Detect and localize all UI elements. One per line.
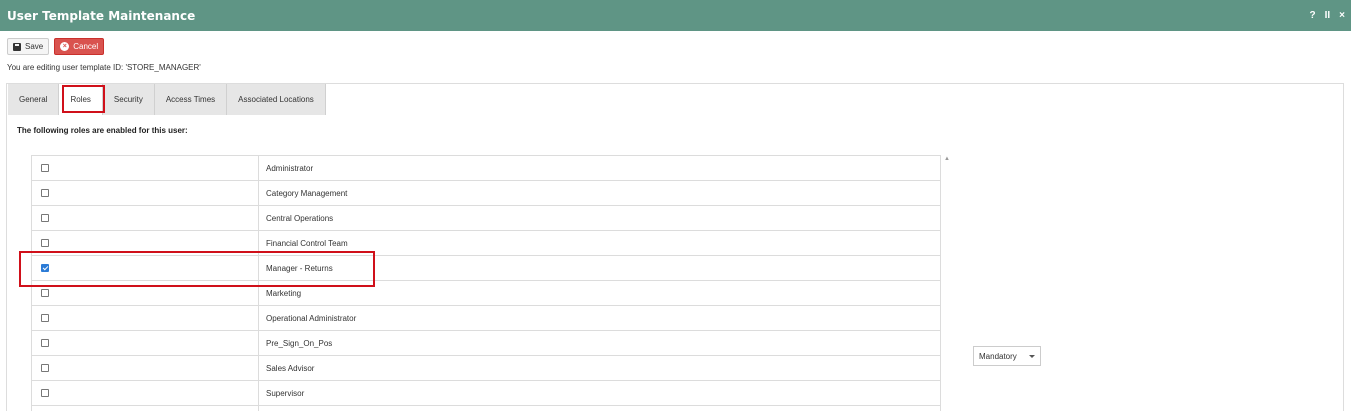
tab-general[interactable]: General <box>8 84 60 115</box>
save-icon <box>13 42 21 51</box>
role-checkbox-cell <box>32 306 259 330</box>
cancel-label: Cancel <box>73 42 99 51</box>
role-checkbox-cell <box>32 156 259 180</box>
save-button[interactable]: Save <box>7 38 50 55</box>
tab-security[interactable]: Security <box>102 84 155 115</box>
role-name: Sales Advisor <box>266 363 315 373</box>
role-checkbox[interactable] <box>41 314 49 322</box>
help-icon[interactable]: ? <box>1309 10 1315 21</box>
window-title: User Template Maintenance <box>7 9 196 23</box>
cancel-icon: × <box>60 42 70 51</box>
window-titlebar: User Template Maintenance ? II × <box>0 0 1351 31</box>
role-name: Category Management <box>266 188 348 198</box>
role-checkbox[interactable] <box>41 189 49 197</box>
table-row: Supervisor <box>31 381 941 406</box>
chevron-down-icon <box>1029 355 1035 358</box>
table-row: Pre_Sign_On_Pos <box>31 331 941 356</box>
role-name <box>259 406 940 411</box>
table-row: Administrator <box>31 156 941 181</box>
editing-message: You are editing user template ID: 'STORE… <box>7 63 201 72</box>
role-checkbox[interactable] <box>41 239 49 247</box>
window-controls: ? II × <box>1309 10 1345 21</box>
save-label: Save <box>25 42 44 51</box>
roles-tab-highlight <box>62 85 105 113</box>
close-icon[interactable]: × <box>1339 10 1345 21</box>
tab-bar: General Roles Security Access Times Asso… <box>8 84 326 115</box>
role-checkbox-cell <box>32 331 259 355</box>
role-name: Pre_Sign_On_Pos <box>266 338 333 348</box>
role-name: Supervisor <box>266 388 305 398</box>
role-checkbox-cell <box>32 356 259 380</box>
tab-access-times[interactable]: Access Times <box>154 84 228 115</box>
role-checkbox[interactable] <box>41 289 49 297</box>
cancel-button[interactable]: × Cancel <box>54 38 105 55</box>
role-checkbox-cell <box>32 406 259 411</box>
toolbar: Save × Cancel <box>7 38 105 55</box>
roles-heading: The following roles are enabled for this… <box>17 126 188 135</box>
role-name: Administrator <box>266 163 314 173</box>
role-name: Central Operations <box>266 213 334 223</box>
mandatory-select-value: Mandatory <box>979 351 1017 361</box>
role-checkbox[interactable] <box>41 164 49 172</box>
pause-icon[interactable]: II <box>1325 10 1331 21</box>
table-row <box>31 406 941 411</box>
table-row: Category Management <box>31 181 941 206</box>
mandatory-select[interactable]: Mandatory <box>973 346 1041 366</box>
role-checkbox-cell <box>32 206 259 230</box>
table-row: Operational Administrator <box>31 306 941 331</box>
role-checkbox[interactable] <box>41 214 49 222</box>
role-checkbox[interactable] <box>41 339 49 347</box>
role-checkbox[interactable] <box>41 389 49 397</box>
table-row: Sales Advisor <box>31 356 941 381</box>
scroll-up-arrow-icon[interactable]: ▲ <box>942 156 952 166</box>
table-row: Central Operations <box>31 206 941 231</box>
role-checkbox-cell <box>32 381 259 405</box>
role-name: Operational Administrator <box>266 313 357 323</box>
manager-returns-highlight <box>19 251 375 287</box>
role-checkbox-cell <box>32 181 259 205</box>
tab-associated-locations[interactable]: Associated Locations <box>227 84 326 115</box>
role-checkbox[interactable] <box>41 364 49 372</box>
